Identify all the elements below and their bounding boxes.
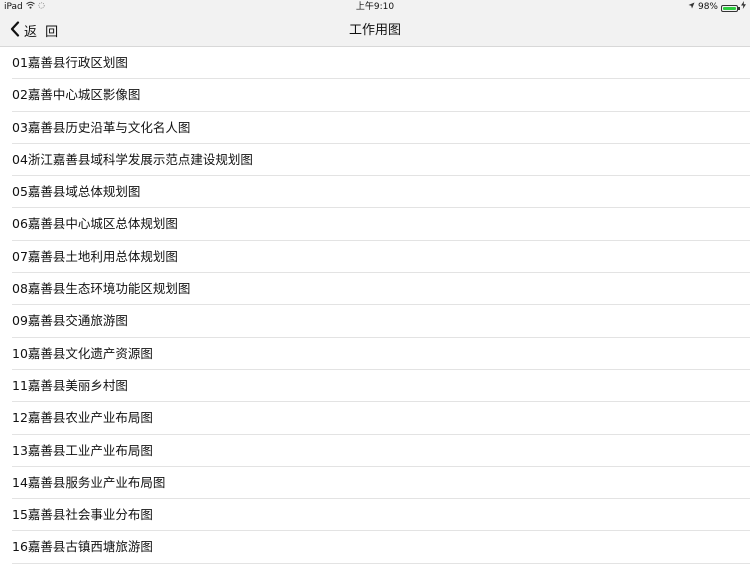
status-bar: iPad 上午9:10 98% <box>0 0 750 15</box>
charging-bolt-icon <box>741 0 746 15</box>
list-item[interactable]: 02嘉善中心城区影像图 <box>0 79 750 112</box>
page-title: 工作用图 <box>348 23 401 38</box>
map-list: 01嘉善县行政区划图 02嘉善中心城区影像图 03嘉善县历史沿革与文化名人图 0… <box>0 47 750 564</box>
list-item[interactable]: 05嘉善县域总体规划图 <box>0 176 750 209</box>
list-item[interactable]: 09嘉善县交通旅游图 <box>0 305 750 338</box>
battery-icon <box>721 4 740 12</box>
status-time: 上午9:10 <box>355 2 395 12</box>
list-item[interactable]: 04浙江嘉善县域科学发展示范点建设规划图 <box>0 144 750 177</box>
battery-percent: 98% <box>697 2 718 12</box>
list-item[interactable]: 14嘉善县服务业产业布局图 <box>0 467 750 500</box>
battery-level-fill <box>723 6 736 10</box>
list-item[interactable]: 12嘉善县农业产业布局图 <box>0 402 750 435</box>
list-item[interactable]: 13嘉善县工业产业布局图 <box>0 435 750 468</box>
navigation-bar: 返 回 工作用图 <box>0 15 750 47</box>
status-right: 98% <box>688 0 746 15</box>
list-item[interactable]: 10嘉善县文化遗产资源图 <box>0 338 750 371</box>
list-item[interactable]: 06嘉善县中心城区总体规划图 <box>0 208 750 242</box>
list-item[interactable]: 01嘉善县行政区划图 <box>0 47 750 80</box>
list-item[interactable]: 11嘉善县美丽乡村图 <box>0 370 750 403</box>
battery-cap <box>738 6 740 10</box>
list-item[interactable]: 15嘉善县社会事业分布图 <box>0 499 750 532</box>
location-arrow-icon <box>688 0 695 15</box>
list-item[interactable]: 03嘉善县历史沿革与文化名人图 <box>0 112 750 145</box>
list-item[interactable]: 16嘉善县古镇西塘旅游图 <box>0 531 750 564</box>
list-item[interactable]: 08嘉善县生态环境功能区规划图 <box>0 273 750 306</box>
list-item[interactable]: 07嘉善县土地利用总体规划图 <box>0 241 750 274</box>
